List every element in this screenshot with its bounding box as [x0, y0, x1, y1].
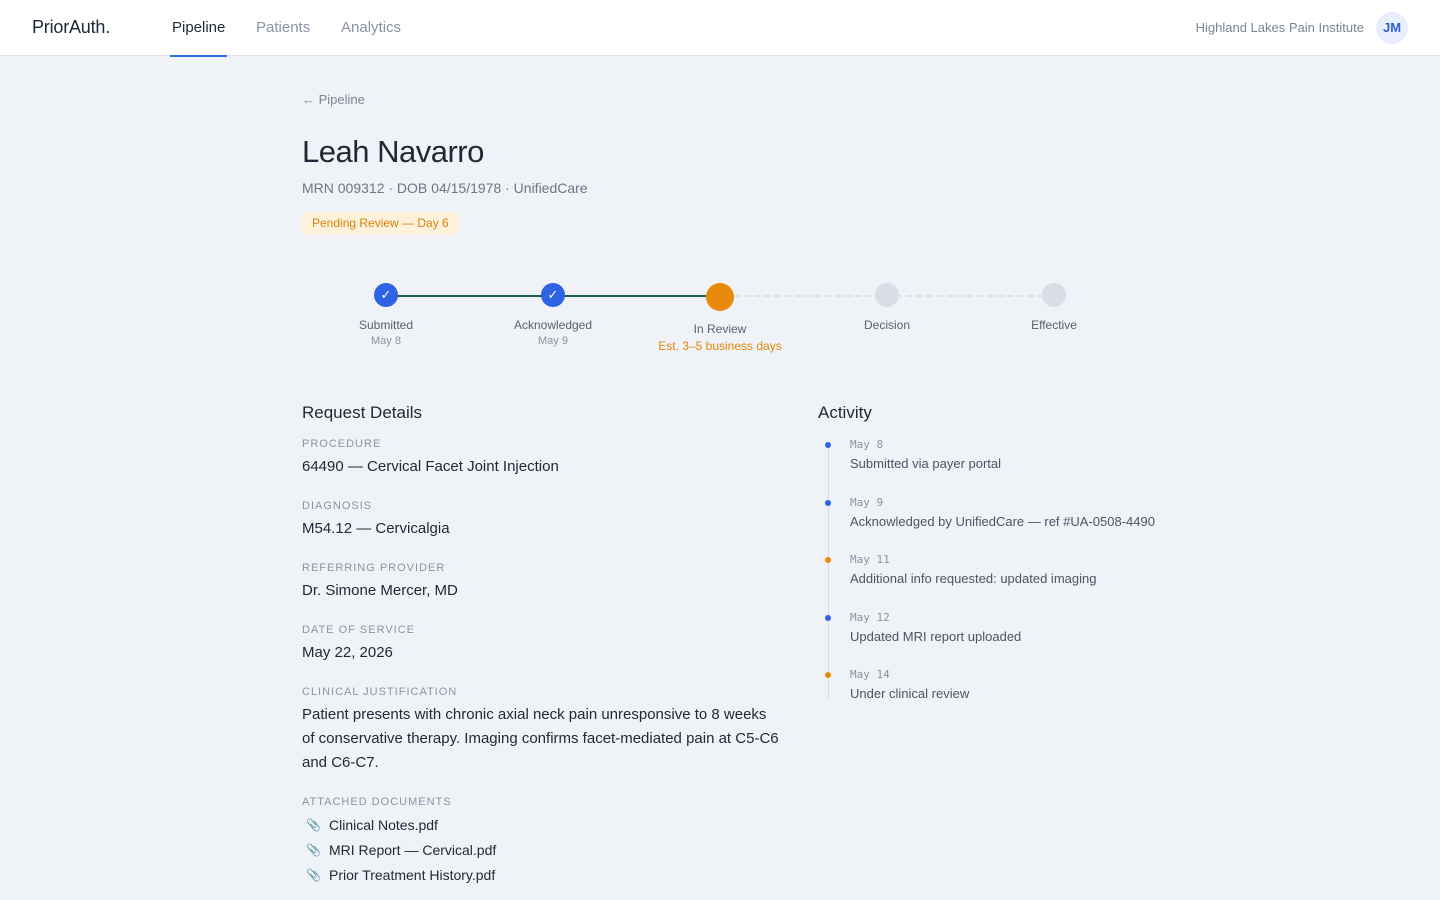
paperclip-icon: 📎: [306, 868, 321, 882]
activity-date: May 8: [850, 438, 884, 451]
paperclip-icon: 📎: [306, 818, 321, 832]
check-icon: ✓: [547, 287, 559, 302]
clinical-justification-text: Patient presents with chronic axial neck…: [302, 706, 779, 771]
brand-logo[interactable]: PriorAuth.: [32, 17, 110, 38]
patient-name: Leah Navarro: [302, 134, 484, 169]
step-acknowledged-label: Acknowledged: [513, 318, 593, 332]
tab-analytics[interactable]: Analytics: [341, 0, 401, 56]
activity-timeline-line: [828, 445, 829, 700]
tab-pipeline[interactable]: Pipeline: [169, 0, 228, 57]
step-in-review-label: In Review: [693, 322, 747, 336]
date-of-service-label: DATE OF SERVICE: [302, 624, 416, 636]
activity-dot: [825, 442, 831, 448]
document-name: Prior Treatment History.pdf: [329, 867, 496, 883]
document-name: MRI Report — Cervical.pdf: [329, 842, 497, 858]
document-item[interactable]: 📎 Clinical Notes.pdf: [302, 815, 438, 835]
referring-provider-value: Dr. Simone Mercer, MD: [302, 582, 458, 599]
step-in-review-estimate: Est. 3–5 business days: [658, 339, 782, 353]
patient-meta: MRN 009312 · DOB 04/15/1978 · UnifiedCar…: [302, 180, 588, 196]
tab-patients[interactable]: Patients: [256, 0, 310, 56]
diagnosis-label: DIAGNOSIS: [302, 500, 373, 512]
paperclip-icon: 📎: [306, 843, 321, 857]
referring-provider-label: REFERRING PROVIDER: [302, 562, 446, 574]
status-badge: Pending Review — Day 6: [302, 212, 459, 235]
clinical-justification-label: CLINICAL JUSTIFICATION: [302, 686, 458, 698]
step-submitted-marker: ✓: [374, 283, 398, 307]
document-item[interactable]: 📎 Prior Treatment History.pdf: [302, 865, 495, 885]
step-acknowledged-date: May 9: [538, 335, 568, 347]
activity-dot: [825, 500, 831, 506]
back-to-pipeline-link[interactable]: ← Pipeline: [302, 92, 365, 107]
document-item[interactable]: 📎 MRI Report — Cervical.pdf: [302, 840, 496, 860]
check-icon: ✓: [380, 287, 392, 302]
diagnosis-value: M54.12 — Cervicalgia: [302, 520, 450, 537]
clinic-name: Highland Lakes Pain Institute: [1195, 20, 1364, 35]
activity-text: Submitted via payer portal: [850, 456, 1002, 471]
step-effective-marker: [1042, 283, 1066, 307]
step-decision-marker: [875, 283, 899, 307]
activity-date: May 14: [850, 668, 890, 681]
step-decision-label: Decision: [863, 318, 911, 332]
document-name: Clinical Notes.pdf: [329, 817, 438, 833]
activity-text: Acknowledged by UnifiedCare — ref #UA-05…: [850, 514, 1155, 529]
step-in-review-marker: [706, 283, 734, 311]
request-details-title: Request Details: [302, 403, 423, 422]
step-acknowledged-marker: ✓: [541, 283, 565, 307]
activity-dot: [825, 615, 831, 621]
activity-text: Additional info requested: updated imagi…: [850, 571, 1097, 586]
activity-text: Updated MRI report uploaded: [850, 629, 1022, 644]
top-nav-bar: PriorAuth. Pipeline Patients Analytics H…: [0, 0, 1440, 57]
step-effective-label: Effective: [1031, 318, 1077, 332]
activity-dot: [825, 557, 831, 563]
procedure-label: PROCEDURE: [302, 438, 382, 450]
step-submitted-label: Submitted: [358, 318, 414, 332]
activity-date: May 12: [850, 611, 890, 624]
user-avatar[interactable]: JM: [1376, 12, 1408, 44]
step-submitted-date: May 8: [371, 335, 401, 347]
activity-dot: [825, 672, 831, 678]
activity-text: Under clinical review: [850, 686, 970, 701]
activity-date: May 9: [850, 496, 884, 509]
activity-date: May 11: [850, 553, 890, 566]
attached-documents-label: ATTACHED DOCUMENTS: [302, 796, 452, 808]
activity-title: Activity: [818, 403, 872, 422]
procedure-value: 64490 — Cervical Facet Joint Injection: [302, 458, 559, 475]
date-of-service-value: May 22, 2026: [302, 644, 393, 661]
